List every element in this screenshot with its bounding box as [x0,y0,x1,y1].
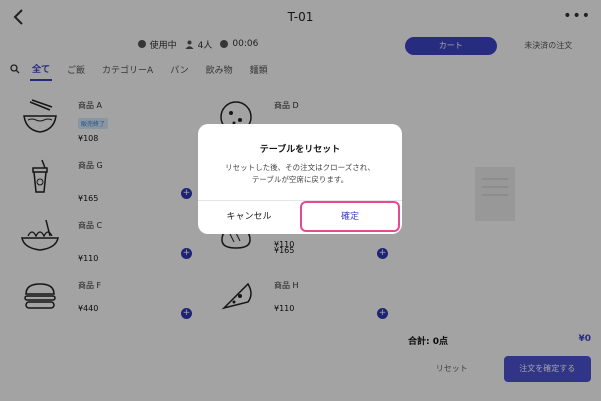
reset-table-dialog: テーブルをリセット リセットした後、その注文はクローズされ、 テーブルが空席に戻… [198,124,402,234]
dialog-message: リセットした後、その注文はクローズされ、 テーブルが空席に戻ります。 [208,162,392,186]
confirm-button[interactable]: 確定 [300,201,400,232]
cancel-button[interactable]: キャンセル [198,201,300,234]
dialog-message-line: リセットした後、その注文はクローズされ、 [225,163,375,172]
dialog-message-line: テーブルが空席に戻ります。 [251,175,349,184]
dialog-title: テーブルをリセット [259,145,341,155]
